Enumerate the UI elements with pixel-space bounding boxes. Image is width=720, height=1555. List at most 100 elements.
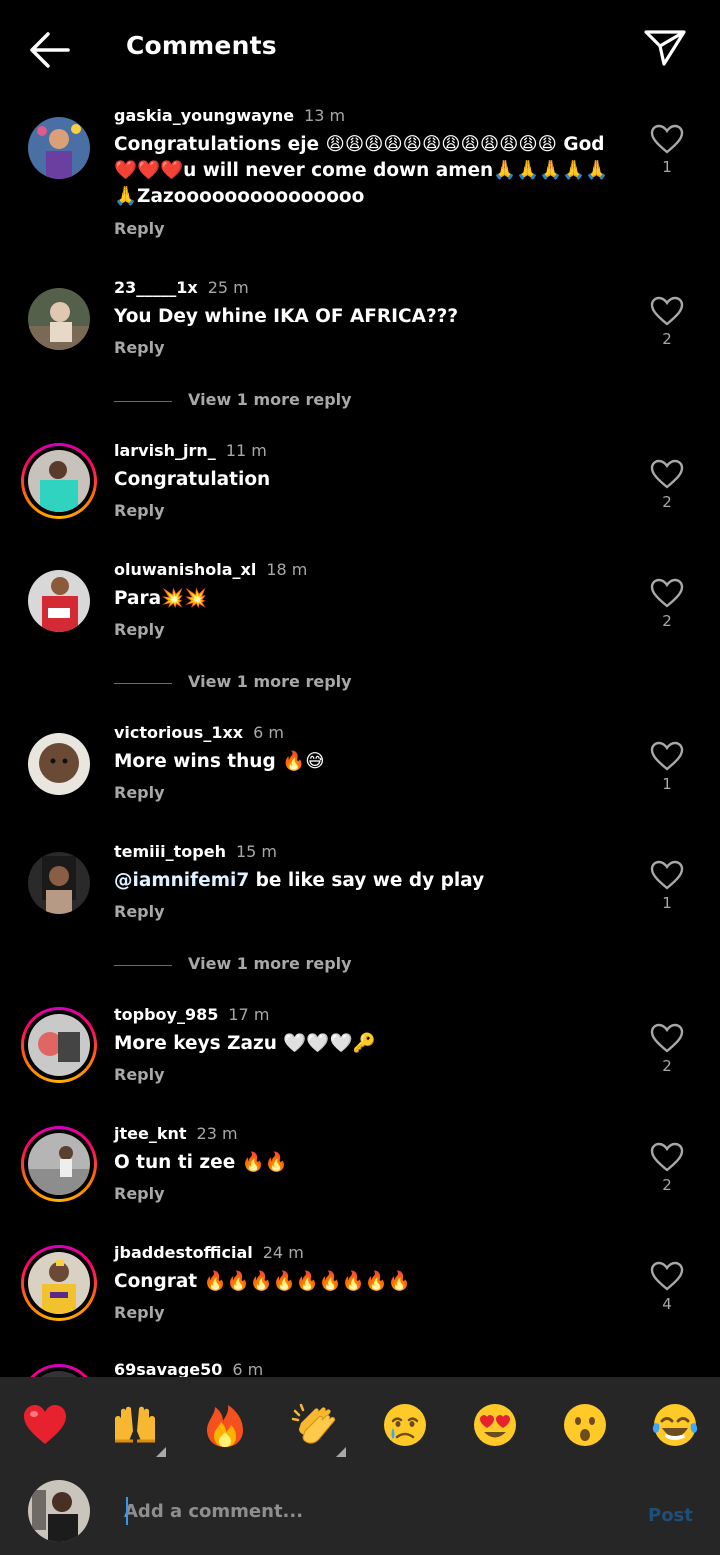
avatar[interactable] (21, 1007, 97, 1083)
arrow-left-icon (30, 32, 70, 68)
avatar[interactable] (28, 117, 90, 179)
heart-outline-icon[interactable] (650, 296, 684, 326)
paper-plane-icon (644, 30, 686, 66)
heart-outline-icon[interactable] (650, 860, 684, 890)
heart-outline-icon[interactable] (650, 459, 684, 489)
avatar[interactable] (21, 1245, 97, 1321)
comment-text: Congrat 🔥🔥🔥🔥🔥🔥🔥🔥🔥 (114, 1271, 411, 1292)
heart-outline-icon[interactable] (650, 124, 684, 154)
share-button[interactable] (640, 24, 690, 72)
like-count: 1 (662, 894, 672, 912)
more-options-indicator (336, 1447, 346, 1457)
heart-eyes-icon[interactable] (471, 1401, 519, 1449)
heart-outline-icon[interactable] (650, 741, 684, 771)
comment-username[interactable]: 69savage50 6 m (114, 1360, 263, 1377)
comment-text: More wins thug 🔥😅 (114, 751, 325, 772)
user-avatar[interactable] (28, 1480, 90, 1542)
divider (114, 401, 172, 402)
comment-time: 13 m (304, 106, 346, 125)
comments-list[interactable]: gaskia_youngwayne 13 m Congratulations ej… (0, 100, 720, 1377)
comment-item: larvish_jrn_ 11 m Congratulation Reply 2 (0, 435, 720, 525)
view-more-replies[interactable]: View 1 more reply (114, 954, 514, 978)
heart-outline-icon[interactable] (650, 1023, 684, 1053)
view-more-label[interactable]: View 1 more reply (188, 390, 352, 409)
crying-face-icon[interactable] (381, 1401, 429, 1449)
mention-link[interactable]: @iamnifemi7 (114, 870, 249, 891)
reply-button[interactable]: Reply (114, 902, 165, 921)
comment-time: 17 m (228, 1005, 270, 1024)
heart-outline-icon[interactable] (650, 1142, 684, 1172)
comment-text: Congratulation (114, 469, 271, 490)
view-more-label[interactable]: View 1 more reply (188, 672, 352, 691)
comment-username[interactable]: larvish_jrn_ 11 m (114, 441, 267, 460)
comment-username[interactable]: topboy_985 17 m (114, 1005, 269, 1024)
surprised-face-icon[interactable] (561, 1401, 609, 1449)
like-count: 4 (662, 1295, 672, 1313)
comment-username[interactable]: jbaddestofficial 24 m (114, 1243, 304, 1262)
comment-composer: Post (0, 1377, 720, 1555)
reply-button[interactable]: Reply (114, 1184, 165, 1203)
comment-item: temiii_topeh 15 m @iamnifemi7 be like say… (0, 836, 720, 926)
comment-username[interactable]: victorious_1xx 6 m (114, 723, 284, 742)
comment-text: @iamnifemi7 be like say we dy play (114, 870, 485, 891)
comment-time: 15 m (235, 842, 277, 861)
comment-item: jbaddestofficial 24 m Congrat 🔥🔥🔥🔥🔥🔥🔥🔥🔥 R… (0, 1237, 720, 1327)
avatar[interactable] (21, 1364, 97, 1377)
divider (114, 965, 172, 966)
heart-outline-icon[interactable] (650, 578, 684, 608)
comment-text: You Dey whine IKA OF AFRICA??? (114, 306, 459, 327)
page-title: Comments (126, 31, 277, 60)
header: Comments (0, 0, 720, 100)
view-more-label[interactable]: View 1 more reply (188, 954, 352, 973)
avatar[interactable] (28, 852, 90, 914)
fire-icon[interactable] (201, 1401, 249, 1449)
comment-time: 24 m (262, 1243, 304, 1262)
view-more-replies[interactable]: View 1 more reply (114, 672, 514, 696)
comment-username[interactable]: oluwanishola_xl 18 m (114, 560, 307, 579)
reply-button[interactable]: Reply (114, 1303, 165, 1322)
raising-hands-icon[interactable] (111, 1401, 159, 1449)
like-count: 1 (662, 158, 672, 176)
reply-button[interactable]: Reply (114, 501, 165, 520)
reply-button[interactable]: Reply (114, 1065, 165, 1084)
comment-time: 23 m (196, 1124, 238, 1143)
like-count: 2 (662, 612, 672, 630)
like-count: 2 (662, 1176, 672, 1194)
post-button[interactable]: Post (648, 1505, 693, 1526)
reply-button[interactable]: Reply (114, 219, 165, 238)
tears-of-joy-icon[interactable] (651, 1401, 699, 1449)
comment-time: 11 m (225, 441, 267, 460)
comment-username[interactable]: temiii_topeh 15 m (114, 842, 277, 861)
avatar[interactable] (28, 570, 90, 632)
comment-item: 69savage50 6 m (0, 1356, 720, 1377)
view-more-replies[interactable]: View 1 more reply (114, 390, 514, 414)
comment-text: Para💥💥 (114, 588, 208, 609)
quick-reactions-bar (0, 1377, 720, 1467)
comment-username[interactable]: 23_____1x 25 m (114, 278, 249, 297)
comment-text: O tun ti zee 🔥🔥 (114, 1152, 288, 1173)
like-count: 2 (662, 1057, 672, 1075)
divider (114, 683, 172, 684)
comment-time: 6 m (232, 1360, 264, 1377)
comment-username[interactable]: gaskia_youngwayne 13 m (114, 106, 345, 125)
comment-item: jtee_knt 23 m O tun ti zee 🔥🔥 Reply 2 (0, 1118, 720, 1208)
avatar[interactable] (21, 1126, 97, 1202)
heart-outline-icon[interactable] (650, 1261, 684, 1291)
comment-time: 25 m (207, 278, 249, 297)
red-heart-icon[interactable] (21, 1401, 69, 1449)
comment-input[interactable] (124, 1493, 604, 1529)
comment-item: topboy_985 17 m More keys Zazu 🤍🤍🤍🔑 Reply… (0, 999, 720, 1089)
avatar[interactable] (28, 288, 90, 350)
clapping-hands-icon[interactable] (291, 1401, 339, 1449)
avatar[interactable] (28, 733, 90, 795)
reply-button[interactable]: Reply (114, 783, 165, 802)
avatar[interactable] (21, 443, 97, 519)
reply-button[interactable]: Reply (114, 338, 165, 357)
back-button[interactable] (26, 28, 72, 72)
text-caret (126, 1497, 128, 1525)
reply-button[interactable]: Reply (114, 620, 165, 639)
comment-username[interactable]: jtee_knt 23 m (114, 1124, 238, 1143)
comment-time: 6 m (253, 723, 284, 742)
more-options-indicator (156, 1447, 166, 1457)
comment-text: More keys Zazu 🤍🤍🤍🔑 (114, 1033, 376, 1054)
